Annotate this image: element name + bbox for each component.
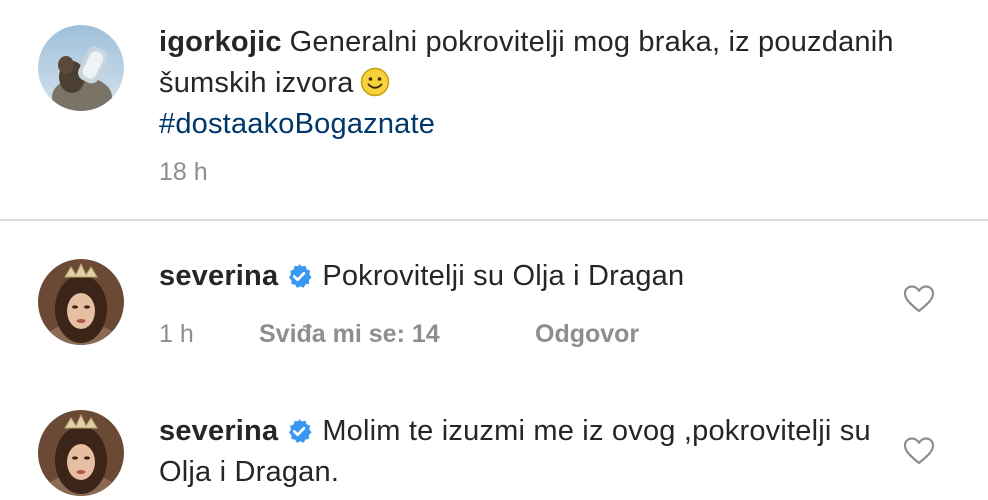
caption-timestamp: 18 h — [159, 158, 208, 186]
avatar-severina[interactable] — [38, 410, 124, 496]
username[interactable]: igorkojic — [159, 26, 282, 58]
likes-count[interactable]: Sviđa mi se: 14 — [259, 320, 535, 349]
divider — [0, 219, 988, 221]
like-heart-icon[interactable] — [903, 436, 935, 466]
avatar-severina[interactable] — [38, 259, 124, 345]
hashtag-link[interactable]: #dostaakoBogaznate — [159, 108, 435, 140]
comment-1-meta: 1 h Sviđa mi se: 14 Odgovor — [159, 320, 639, 349]
smiling-face-icon — [360, 67, 390, 97]
like-heart-icon[interactable] — [903, 284, 935, 314]
caption-meta: 18 h — [159, 158, 208, 187]
verified-badge-icon — [286, 415, 312, 443]
caption-body: igorkojic Generalni pokrovitelji mog brak… — [159, 22, 908, 145]
comment-2-body: severina Molim te izuzmi me iz ovog ,pokr… — [159, 411, 908, 493]
comment-1-body: severina Pokrovitelji su Olja i Dragan — [159, 256, 908, 297]
reply-button[interactable]: Odgovor — [535, 320, 639, 349]
avatar-igorkojic[interactable] — [38, 25, 124, 111]
comment-text: Pokrovitelji su Olja i Dragan — [322, 260, 685, 292]
username[interactable]: severina — [159, 415, 278, 447]
username[interactable]: severina — [159, 260, 278, 292]
comment-timestamp: 1 h — [159, 320, 194, 348]
verified-badge-icon — [286, 260, 312, 288]
